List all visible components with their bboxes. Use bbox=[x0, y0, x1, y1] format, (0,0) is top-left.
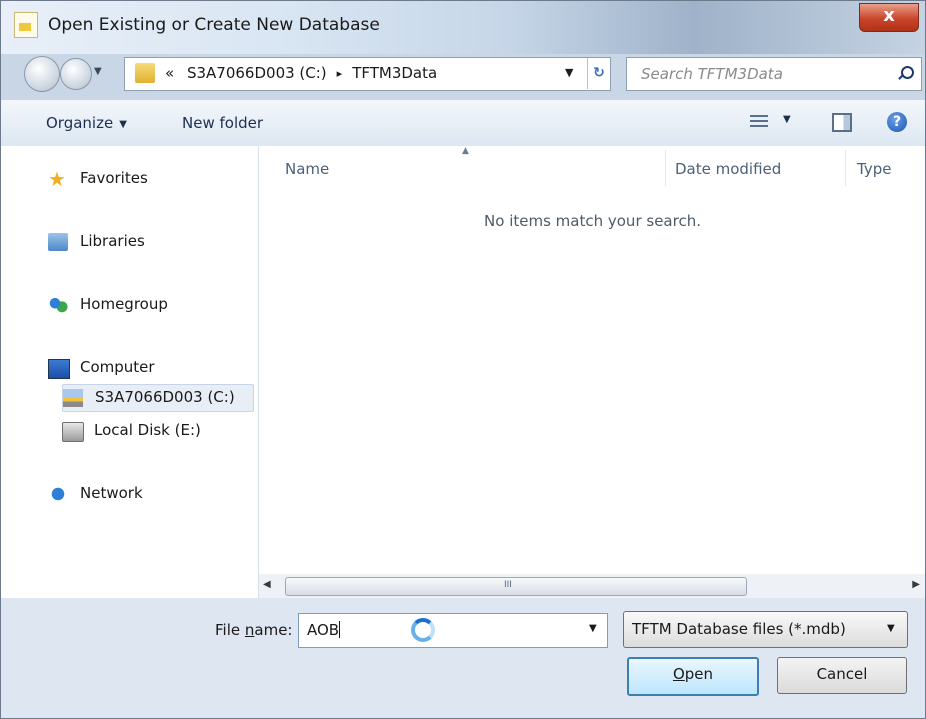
column-header-type[interactable]: Type bbox=[857, 160, 891, 178]
homegroup-icon bbox=[48, 296, 68, 314]
nav-item-drive-e[interactable]: Local Disk (E:) bbox=[62, 418, 222, 444]
address-bar[interactable]: « S3A7066D003 (C:) ▸ TFTM3Data ▼ ↻ bbox=[124, 57, 611, 91]
folder-icon bbox=[135, 63, 155, 83]
open-database-dialog: Open Existing or Create New Database x ▼… bbox=[0, 0, 926, 719]
empty-message: No items match your search. bbox=[484, 212, 701, 230]
text-caret bbox=[339, 621, 341, 638]
scroll-left-arrow-icon[interactable]: ◀ bbox=[263, 579, 271, 590]
forward-button[interactable] bbox=[60, 58, 92, 90]
file-name-dropdown-icon[interactable]: ▼ bbox=[589, 623, 597, 634]
breadcrumb-drive-c[interactable]: S3A7066D003 (C:) bbox=[187, 64, 327, 82]
views-dropdown-icon[interactable]: ▼ bbox=[783, 114, 791, 125]
change-view-icon[interactable] bbox=[750, 115, 768, 129]
nav-label-drive-e: Local Disk (E:) bbox=[94, 421, 201, 439]
scrollbar-thumb[interactable]: III bbox=[285, 577, 747, 596]
nav-item-libraries[interactable]: Libraries bbox=[48, 229, 168, 255]
address-dropdown-icon[interactable]: ▼ bbox=[565, 66, 573, 79]
column-header-date-modified[interactable]: Date modified bbox=[675, 160, 781, 178]
computer-icon bbox=[48, 359, 70, 379]
open-button-label: pen bbox=[684, 665, 714, 683]
close-icon: x bbox=[883, 5, 895, 26]
recent-locations-dropdown-icon[interactable]: ▼ bbox=[94, 66, 108, 80]
close-button[interactable]: x bbox=[859, 3, 919, 32]
scrollbar-grip: III bbox=[504, 580, 512, 590]
nav-label-homegroup: Homegroup bbox=[80, 295, 168, 313]
disk-drive-icon bbox=[62, 422, 84, 442]
nav-item-homegroup[interactable]: Homegroup bbox=[48, 292, 188, 318]
file-name-input[interactable]: AOB ▼ bbox=[298, 613, 608, 648]
libraries-icon bbox=[48, 233, 68, 251]
network-icon bbox=[48, 485, 68, 503]
breadcrumb: « S3A7066D003 (C:) ▸ TFTM3Data bbox=[165, 64, 437, 82]
horizontal-scrollbar[interactable]: ◀ III ▶ bbox=[259, 574, 926, 598]
search-box[interactable]: Search TFTM3Data bbox=[626, 57, 922, 91]
column-divider[interactable] bbox=[845, 150, 846, 186]
window-title: Open Existing or Create New Database bbox=[48, 15, 380, 35]
nav-item-favorites[interactable]: ★ Favorites bbox=[48, 166, 168, 192]
app-icon bbox=[14, 12, 38, 38]
file-name-panel: File name: AOB ▼ TFTM Database files (*.… bbox=[0, 598, 926, 719]
nav-label-favorites: Favorites bbox=[80, 169, 148, 187]
navigation-pane[interactable]: ★ Favorites Libraries Homegroup Computer… bbox=[0, 146, 259, 598]
open-button[interactable]: Open bbox=[627, 657, 759, 696]
file-type-value: TFTM Database files (*.mdb) bbox=[632, 620, 846, 638]
refresh-button[interactable]: ↻ bbox=[587, 58, 610, 89]
nav-item-drive-c[interactable]: S3A7066D003 (C:) bbox=[62, 384, 254, 412]
help-icon[interactable]: ? bbox=[887, 112, 907, 132]
file-name-label-text-end: ame: bbox=[254, 621, 293, 639]
nav-item-computer[interactable]: Computer bbox=[48, 355, 178, 381]
file-name-value: AOB bbox=[307, 621, 341, 639]
preview-pane-icon[interactable] bbox=[832, 113, 852, 132]
sort-ascending-icon: ▲ bbox=[462, 146, 469, 156]
file-type-select[interactable]: TFTM Database files (*.mdb) ▼ bbox=[623, 611, 908, 648]
nav-label-network: Network bbox=[80, 484, 143, 502]
column-header-name[interactable]: Name bbox=[285, 160, 329, 178]
search-input[interactable]: Search TFTM3Data bbox=[641, 65, 783, 83]
nav-item-network[interactable]: Network bbox=[48, 481, 168, 507]
breadcrumb-separator-icon[interactable]: ▸ bbox=[337, 67, 343, 80]
nav-label-drive-c: S3A7066D003 (C:) bbox=[95, 388, 235, 406]
organize-label: Organize bbox=[46, 114, 114, 132]
file-name-text: AOB bbox=[307, 621, 340, 639]
star-icon: ★ bbox=[48, 167, 66, 191]
new-folder-button[interactable]: New folder bbox=[182, 114, 263, 132]
nav-label-computer: Computer bbox=[80, 358, 155, 376]
organize-button[interactable]: Organize ▼ bbox=[46, 114, 127, 132]
refresh-icon: ↻ bbox=[593, 65, 605, 81]
title-bar[interactable]: Open Existing or Create New Database x bbox=[0, 0, 926, 54]
search-icon[interactable] bbox=[901, 66, 914, 79]
chevron-down-icon: ▼ bbox=[119, 119, 127, 130]
file-name-label-text: File bbox=[215, 621, 245, 639]
back-button[interactable] bbox=[24, 56, 60, 92]
file-name-label: File name: bbox=[215, 621, 292, 639]
file-list[interactable]: Name ▲ Date modified Type No items match… bbox=[259, 146, 926, 574]
navigation-row: ▼ « S3A7066D003 (C:) ▸ TFTM3Data ▼ ↻ Searc… bbox=[0, 54, 926, 100]
nav-label-libraries: Libraries bbox=[80, 232, 145, 250]
command-toolbar: Organize ▼ New folder ▼ ? bbox=[0, 100, 926, 147]
column-divider[interactable] bbox=[665, 150, 666, 186]
file-type-dropdown-icon[interactable]: ▼ bbox=[887, 623, 895, 634]
busy-cursor-icon bbox=[411, 618, 435, 642]
breadcrumb-overflow[interactable]: « bbox=[165, 64, 174, 82]
scroll-right-arrow-icon[interactable]: ▶ bbox=[912, 579, 920, 590]
file-name-label-accel: n bbox=[244, 621, 255, 639]
cancel-button[interactable]: Cancel bbox=[777, 657, 907, 694]
drive-icon bbox=[63, 389, 83, 407]
open-button-accel: O bbox=[672, 665, 685, 683]
breadcrumb-tftm3data[interactable]: TFTM3Data bbox=[352, 64, 437, 82]
